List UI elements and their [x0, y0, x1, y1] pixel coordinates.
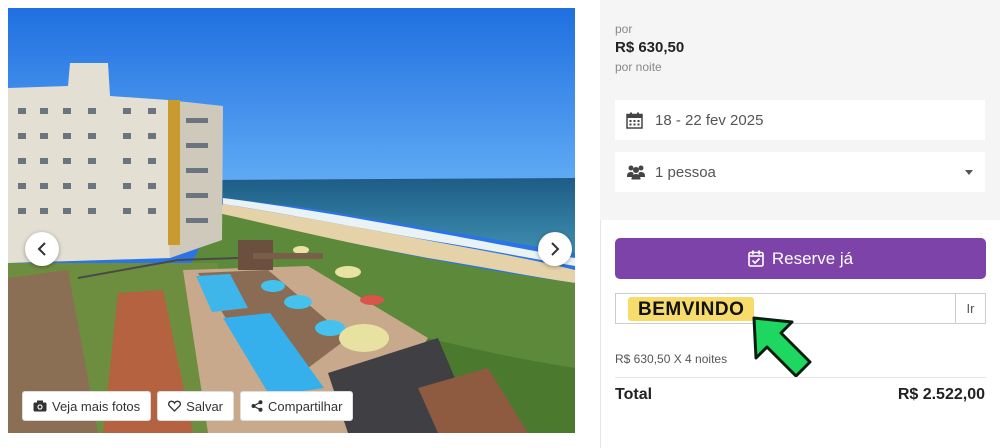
- guest-select[interactable]: 1 pessoa: [615, 152, 985, 192]
- coupon-code-value: BEMVINDO: [628, 297, 755, 321]
- share-label: Compartilhar: [268, 398, 343, 414]
- share-button[interactable]: Compartilhar: [240, 391, 354, 421]
- chevron-left-icon: [37, 242, 46, 256]
- property-photo[interactable]: [8, 8, 575, 433]
- chevron-right-icon: [551, 242, 560, 256]
- save-button[interactable]: Salvar: [157, 391, 235, 421]
- nights-breakdown: R$ 630,50 X 4 noites: [615, 352, 728, 366]
- camera-icon: [33, 400, 47, 412]
- more-photos-button[interactable]: Veja mais fotos: [22, 391, 152, 421]
- reserve-button[interactable]: Reserve já: [615, 238, 986, 279]
- beach-building-image: [8, 8, 575, 433]
- gallery-prev-button[interactable]: [25, 232, 59, 266]
- price-suffix: por noite: [615, 60, 662, 74]
- calendar-icon: [626, 112, 648, 129]
- price-block: por R$ 630,50 por noite: [615, 22, 684, 75]
- date-range-value: 18 - 22 fev 2025: [655, 111, 764, 129]
- save-label: Salvar: [186, 398, 224, 414]
- caret-down-icon: [965, 170, 973, 175]
- total-label: Total: [615, 386, 653, 403]
- date-picker-field[interactable]: 18 - 22 fev 2025: [615, 100, 985, 140]
- price-prefix: por: [615, 22, 633, 36]
- green-pointer-arrow-icon: [752, 316, 812, 378]
- guest-count-value: 1 pessoa: [655, 163, 716, 181]
- divider: [615, 377, 986, 378]
- heart-icon: [168, 400, 182, 412]
- calendar-check-icon: [748, 250, 764, 267]
- nightly-price: R$ 630,50: [615, 39, 685, 56]
- gallery-next-button[interactable]: [538, 232, 572, 266]
- total-value: R$ 2.522,00: [897, 386, 985, 403]
- share-icon: [251, 400, 263, 412]
- reserve-label: Reserve já: [771, 248, 854, 268]
- users-icon: [626, 164, 648, 180]
- photo-actions: Veja mais fotos Salvar Compartilhar: [22, 391, 354, 421]
- coupon-apply-button[interactable]: Ir: [955, 293, 986, 324]
- more-photos-label: Veja mais fotos: [52, 398, 141, 414]
